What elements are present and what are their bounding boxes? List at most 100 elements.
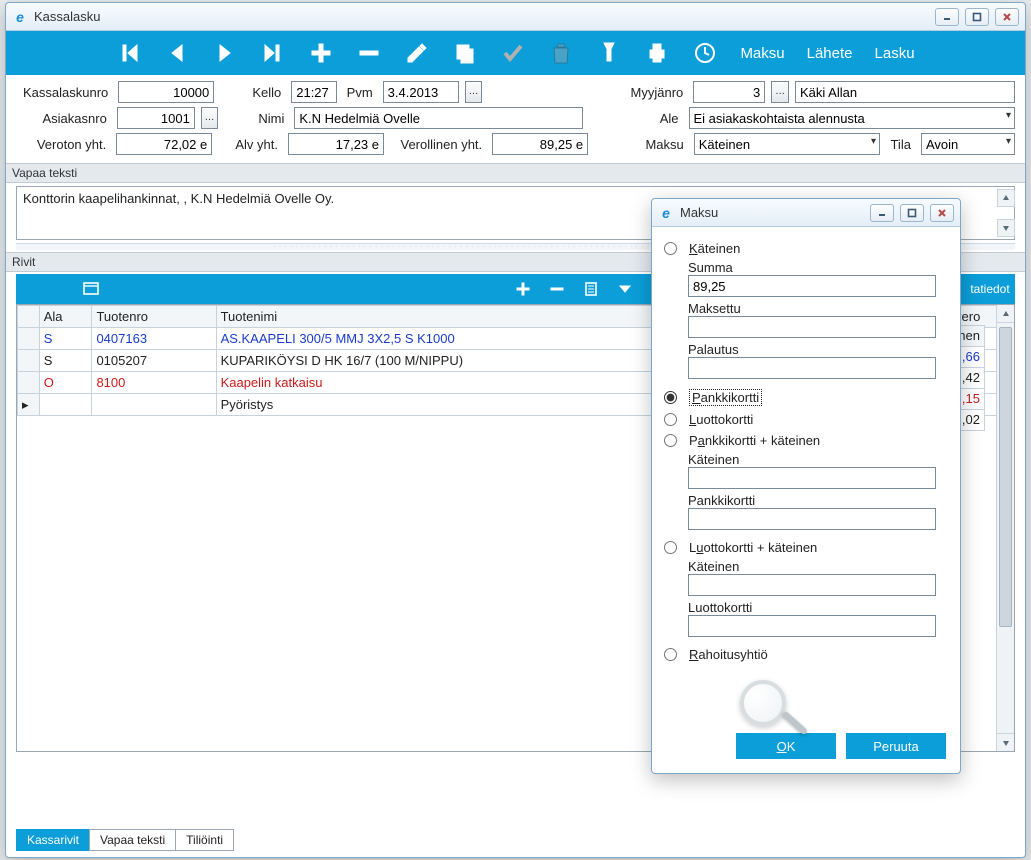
tab-tiliointi[interactable]: Tiliöinti bbox=[175, 829, 234, 851]
ale-combo[interactable] bbox=[689, 107, 1016, 129]
side-tab-tatiedot[interactable]: tatiedot bbox=[970, 282, 1009, 296]
kassalaskunro-label: Kassalaskunro bbox=[16, 85, 112, 100]
asiakasnro-lookup-button[interactable]: … bbox=[201, 107, 218, 129]
table-scrollbar[interactable] bbox=[996, 305, 1014, 751]
ale-label: Ale bbox=[621, 111, 683, 126]
scroll-up-icon[interactable] bbox=[997, 305, 1014, 323]
dialog-minimize-button[interactable] bbox=[870, 204, 894, 222]
myyjanro-label: Myyjänro bbox=[624, 85, 687, 100]
maksu-combo[interactable] bbox=[694, 133, 880, 155]
radio-luottokortti-kateinen[interactable] bbox=[664, 541, 677, 554]
rows-remove-icon[interactable] bbox=[549, 281, 565, 297]
close-button[interactable] bbox=[995, 8, 1019, 26]
peruuta-button[interactable]: Peruuta bbox=[846, 733, 946, 759]
kassalaskunro-input[interactable] bbox=[118, 81, 214, 103]
rows-list-icon[interactable] bbox=[583, 281, 599, 297]
col-tuotenimi[interactable]: Tuotenimi bbox=[216, 306, 725, 328]
veroton-label: Veroton yht. bbox=[16, 137, 110, 152]
scroll-thumb[interactable] bbox=[999, 327, 1012, 627]
dialog-app-icon: e bbox=[658, 205, 674, 221]
minimize-button[interactable] bbox=[935, 8, 959, 26]
col-ala[interactable]: Ala bbox=[39, 306, 92, 328]
dialog-title: Maksu bbox=[680, 205, 870, 220]
titlebar: e Kassalasku bbox=[6, 3, 1025, 31]
radio-luottokortti-label[interactable]: Luottokortti bbox=[689, 412, 753, 427]
toolbar-maksu[interactable]: Maksu bbox=[740, 45, 784, 62]
tila-label: Tila bbox=[886, 137, 915, 152]
tila-combo[interactable] bbox=[921, 133, 1015, 155]
prev-record-icon[interactable] bbox=[164, 40, 190, 66]
row-indicator bbox=[18, 328, 40, 350]
pvm-picker-button[interactable]: … bbox=[465, 81, 483, 103]
col-tuotenro[interactable]: Tuotenro bbox=[92, 306, 216, 328]
radio-kateinen-label[interactable]: Käteinen bbox=[689, 241, 740, 256]
radio-luottokortti-kateinen-label[interactable]: Luottokortti + käteinen bbox=[689, 540, 817, 555]
palautus-input[interactable] bbox=[688, 357, 936, 379]
radio-kateinen[interactable] bbox=[664, 242, 677, 255]
radio-rahoitusyhtio[interactable] bbox=[664, 648, 677, 661]
maximize-button[interactable] bbox=[965, 8, 989, 26]
radio-rahoitusyhtio-label[interactable]: Rahoitusyhtiö bbox=[689, 647, 768, 662]
copy-icon[interactable] bbox=[452, 40, 478, 66]
dialog-body: Käteinen Summa Maksettu Palautus Pankkik… bbox=[652, 227, 960, 674]
bottom-tabs: Kassarivit Vapaa teksti Tiliöinti bbox=[16, 829, 233, 851]
pk-pankkikortti-label: Pankkikortti bbox=[688, 493, 948, 508]
radio-pankkikortti-kateinen-label[interactable]: Pankkikortti + käteinen bbox=[689, 433, 820, 448]
toolbar-lahete[interactable]: Lähete bbox=[807, 45, 853, 62]
tab-kassarivit[interactable]: Kassarivit bbox=[16, 829, 90, 851]
lk-kateinen-input[interactable] bbox=[688, 574, 936, 596]
nimi-input[interactable] bbox=[294, 107, 582, 129]
pk-pankkikortti-input[interactable] bbox=[688, 508, 936, 530]
alv-input bbox=[288, 133, 384, 155]
globe-clock-icon[interactable] bbox=[692, 40, 718, 66]
lk-kateinen-label: Käteinen bbox=[688, 559, 948, 574]
radio-pankkikortti[interactable] bbox=[664, 391, 677, 404]
free-text-content: Konttorin kaapelihankinnat, , K.N Hedelm… bbox=[23, 191, 334, 206]
alv-label: Alv yht. bbox=[230, 137, 282, 152]
rows-down-icon[interactable] bbox=[617, 281, 633, 297]
nimi-label: Nimi bbox=[236, 111, 288, 126]
pk-kateinen-input[interactable] bbox=[688, 467, 936, 489]
radio-pankkikortti-kateinen[interactable] bbox=[664, 434, 677, 447]
tab-vapaa-teksti[interactable]: Vapaa teksti bbox=[89, 829, 176, 851]
last-record-icon[interactable] bbox=[260, 40, 286, 66]
freetext-scroll-up[interactable] bbox=[997, 189, 1015, 207]
summa-input[interactable] bbox=[688, 275, 936, 297]
summa-label: Summa bbox=[688, 260, 948, 275]
main-toolbar: Maksu Lähete Lasku bbox=[6, 31, 1025, 75]
asiakasnro-label: Asiakasnro bbox=[16, 111, 111, 126]
lk-luottokortti-label: Luottokortti bbox=[688, 600, 948, 615]
printer-icon[interactable] bbox=[644, 40, 670, 66]
edit-icon[interactable] bbox=[404, 40, 430, 66]
pvm-input[interactable] bbox=[383, 81, 459, 103]
flashlight-icon[interactable] bbox=[596, 40, 622, 66]
confirm-icon[interactable] bbox=[500, 40, 526, 66]
myyjanro-input[interactable] bbox=[693, 81, 765, 103]
ok-button[interactable]: OK bbox=[736, 733, 836, 759]
dialog-maximize-button[interactable] bbox=[900, 204, 924, 222]
rows-window-icon[interactable] bbox=[83, 281, 99, 297]
myyja-name-input[interactable] bbox=[795, 81, 1015, 103]
toolbar-lasku[interactable]: Lasku bbox=[875, 45, 915, 62]
radio-luottokortti[interactable] bbox=[664, 413, 677, 426]
first-record-icon[interactable] bbox=[116, 40, 142, 66]
dialog-close-button[interactable] bbox=[930, 204, 954, 222]
add-icon[interactable] bbox=[308, 40, 334, 66]
rows-add-icon[interactable] bbox=[515, 281, 531, 297]
veroton-input bbox=[116, 133, 212, 155]
maksettu-input[interactable] bbox=[688, 316, 936, 338]
radio-pankkikortti-label[interactable]: Pankkikortti bbox=[689, 389, 762, 406]
myyjanro-lookup-button[interactable]: … bbox=[771, 81, 789, 103]
window-title: Kassalasku bbox=[34, 9, 935, 24]
trash-icon[interactable] bbox=[548, 40, 574, 66]
pk-kateinen-label: Käteinen bbox=[688, 452, 948, 467]
asiakasnro-input[interactable] bbox=[117, 107, 195, 129]
maksettu-label: Maksettu bbox=[688, 301, 948, 316]
kello-input[interactable] bbox=[291, 81, 337, 103]
freetext-scroll-down[interactable] bbox=[997, 219, 1015, 237]
lk-luottokortti-input[interactable] bbox=[688, 615, 936, 637]
app-icon: e bbox=[12, 9, 28, 25]
next-record-icon[interactable] bbox=[212, 40, 238, 66]
scroll-down-icon[interactable] bbox=[997, 733, 1014, 751]
remove-icon[interactable] bbox=[356, 40, 382, 66]
